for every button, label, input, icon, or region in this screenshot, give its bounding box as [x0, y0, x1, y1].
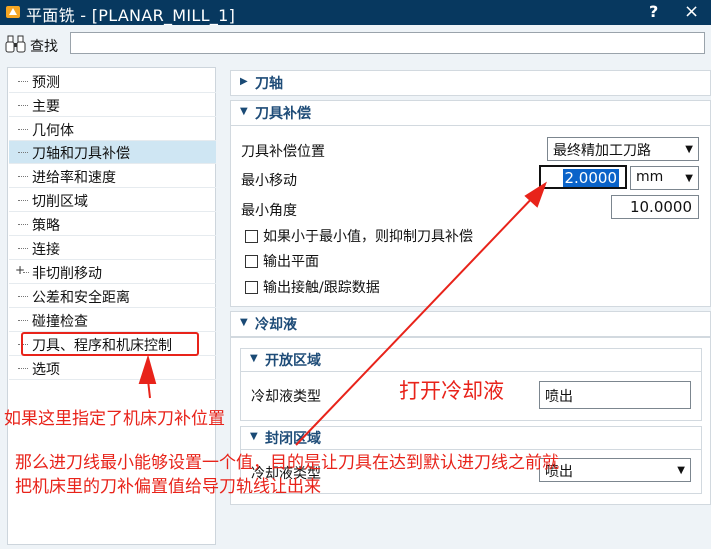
arrow-head-nav: [138, 354, 157, 384]
annotation-line-1: 如果这里指定了机床刀补位置: [4, 409, 225, 429]
annotation-line-3: 把机床里的刀补偏置值给导刀轨线让出来: [15, 477, 321, 497]
arrow-line-to-min-move: [295, 191, 539, 446]
annotation-open-coolant: 打开冷却液: [399, 379, 504, 403]
annotation-line-2: 那么进刀线最小能够设置一个值，目的是让刀具在达到默认进刀线之前就: [15, 453, 559, 473]
